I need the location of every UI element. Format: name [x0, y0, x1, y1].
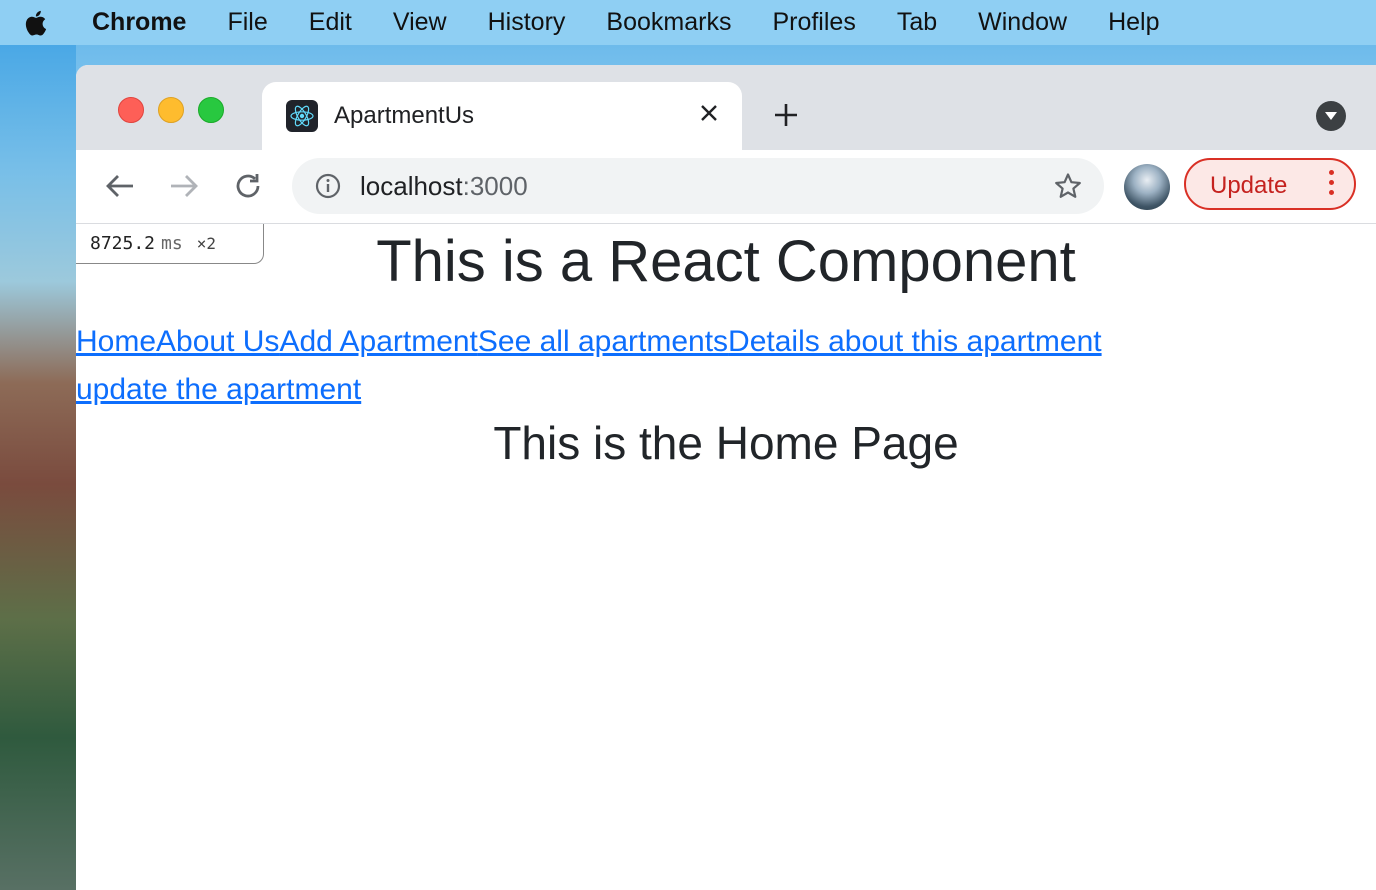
nav-link-apartment-details[interactable]: Details about this apartment — [728, 325, 1102, 358]
browser-window: ApartmentUs localhost:3000 Update 8725.2… — [76, 65, 1376, 890]
menu-tab[interactable]: Tab — [897, 8, 937, 37]
menu-app-name[interactable]: Chrome — [92, 8, 186, 37]
back-arrow-icon[interactable] — [102, 168, 138, 204]
browser-toolbar: localhost:3000 Update — [76, 150, 1376, 224]
profile-avatar[interactable] — [1124, 164, 1170, 210]
perf-value: 8725.2 — [90, 233, 156, 254]
url-port: :3000 — [462, 171, 528, 201]
new-tab-plus-icon[interactable] — [770, 99, 802, 131]
nav-link-update-apartment[interactable]: update the apartment — [76, 373, 361, 406]
page-content: 8725.2 ms ×2 This is a React Component H… — [76, 224, 1376, 890]
url-text: localhost:3000 — [360, 171, 528, 202]
minimize-window-button[interactable] — [158, 97, 184, 123]
menu-view[interactable]: View — [393, 8, 447, 37]
forward-arrow-icon[interactable] — [166, 168, 202, 204]
perf-multiplier: ×2 — [196, 234, 216, 253]
perf-unit: ms — [161, 233, 183, 254]
tab-close-icon[interactable] — [694, 98, 724, 128]
update-button[interactable]: Update — [1184, 158, 1356, 210]
nav-link-home[interactable]: Home — [76, 325, 156, 358]
menu-window[interactable]: Window — [978, 8, 1067, 37]
home-page-heading: This is the Home Page — [493, 417, 959, 469]
address-bar[interactable]: localhost:3000 — [292, 158, 1104, 214]
menu-file[interactable]: File — [227, 8, 267, 37]
browser-tab-active[interactable]: ApartmentUs — [262, 82, 742, 150]
react-logo-icon — [286, 100, 318, 132]
nav-link-add-apartment[interactable]: Add Apartment — [279, 325, 477, 358]
more-menu-icon[interactable] — [1326, 170, 1336, 200]
bookmark-star-icon[interactable] — [1052, 170, 1084, 202]
menu-history[interactable]: History — [488, 8, 566, 37]
tab-strip: ApartmentUs — [76, 65, 1376, 150]
update-label: Update — [1210, 172, 1288, 199]
reload-icon[interactable] — [230, 168, 266, 204]
page-title: This is a React Component — [376, 229, 1076, 294]
site-info-icon[interactable] — [314, 172, 342, 200]
tab-title: ApartmentUs — [334, 102, 475, 129]
nav-link-see-all-apartments[interactable]: See all apartments — [478, 325, 728, 358]
macos-menubar: Chrome File Edit View History Bookmarks … — [0, 0, 1376, 45]
close-window-button[interactable] — [118, 97, 144, 123]
menu-edit[interactable]: Edit — [309, 8, 352, 37]
nav-links: HomeAbout UsAdd ApartmentSee all apartme… — [76, 318, 1276, 414]
menu-help[interactable]: Help — [1108, 8, 1159, 37]
desktop-wallpaper — [0, 45, 76, 890]
menu-bookmarks[interactable]: Bookmarks — [606, 8, 731, 37]
render-timer-badge: 8725.2 ms ×2 — [76, 224, 264, 264]
nav-link-about-us[interactable]: About Us — [156, 325, 279, 358]
menu-profiles[interactable]: Profiles — [772, 8, 855, 37]
zoom-window-button[interactable] — [198, 97, 224, 123]
tab-search-chevron-icon[interactable] — [1316, 101, 1346, 131]
apple-logo-icon[interactable] — [0, 9, 70, 37]
url-host: localhost — [360, 171, 463, 201]
